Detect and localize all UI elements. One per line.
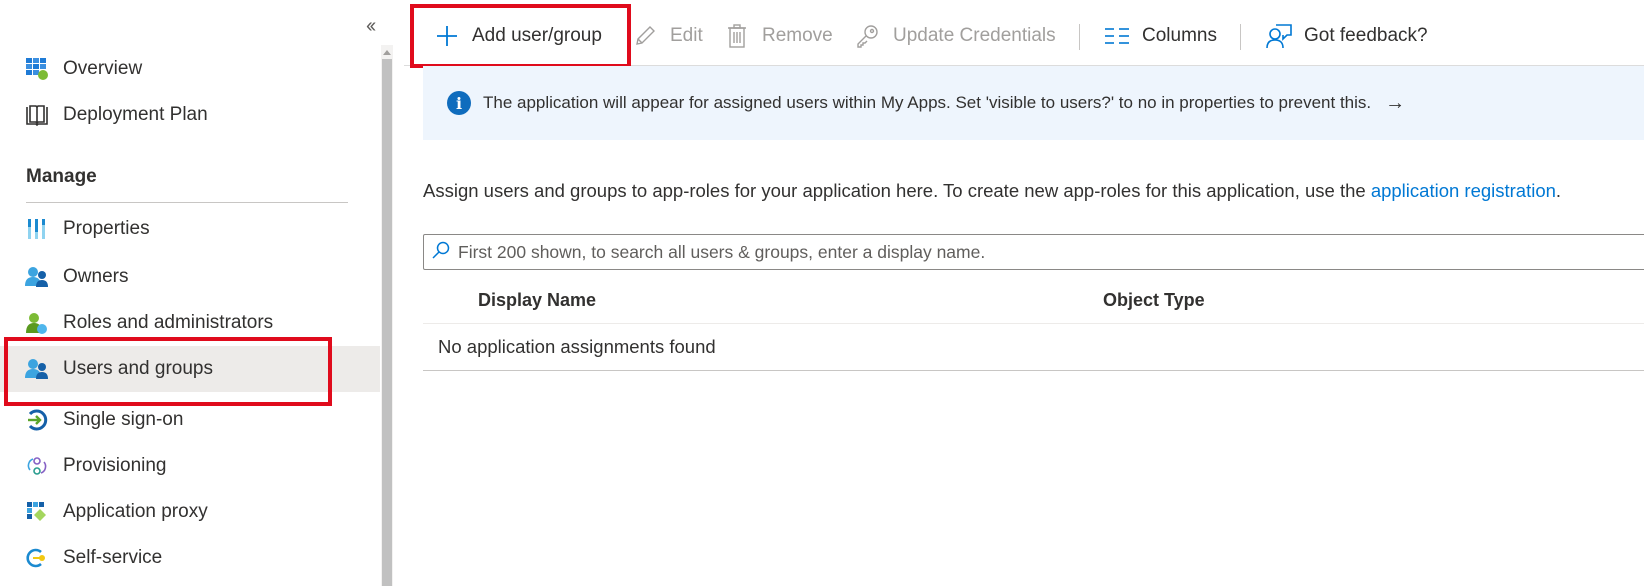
sidebar-item-label: Properties [63,218,150,239]
key-icon [25,546,49,570]
search-icon [432,241,450,264]
trash-icon [724,23,750,49]
description-body: Assign users and groups to app-roles for… [423,180,1371,201]
description-suffix: . [1555,180,1562,201]
sidebar-item-label: Roles and administrators [63,312,274,333]
toolbar-separator [1240,24,1241,50]
app-proxy-icon [25,500,49,524]
properties-icon [25,217,49,241]
provisioning-icon [25,454,49,478]
sidebar-item-provisioning[interactable]: Provisioning [0,443,380,489]
sidebar-scrollbar[interactable] [381,45,393,586]
info-icon: i [447,91,471,115]
double-chevron-left-icon: ‹‹ [366,15,376,37]
columns-button[interactable]: Columns [1104,18,1217,54]
section-header-manage: Manage [26,166,97,187]
roles-icon [25,311,49,335]
overview-grid-icon [25,57,49,81]
column-header-display-name[interactable]: Display Name [478,276,596,324]
sidebar-item-overview[interactable]: Overview [0,46,380,92]
feedback-icon [1266,23,1292,49]
got-feedback-button[interactable]: Got feedback? [1266,18,1428,54]
caret-up-icon [383,49,391,55]
arrow-right-icon[interactable]: → [1385,92,1405,115]
sidebar-item-deployment-plan[interactable]: Deployment Plan [0,92,380,138]
scroll-thumb[interactable] [382,59,392,586]
sign-on-arrow-icon [25,408,49,432]
sidebar-item-label: Application proxy [63,501,208,522]
assignments-table: Display Name Object Type No application … [423,276,1644,371]
sidebar-item-single-sign-on[interactable]: Single sign-on [0,397,380,443]
collapse-sidebar-button[interactable]: ‹‹ [366,15,376,37]
command-bar: Add user/group Edit Remove Update Creden… [404,0,1644,66]
table-header: Display Name Object Type [423,276,1644,324]
info-banner-text: The application will appear for assigned… [483,93,1372,112]
users-icon [25,357,49,381]
pencil-icon [632,23,658,49]
plus-icon [434,23,460,49]
description-text: Assign users and groups to app-roles for… [423,180,1561,202]
search-input[interactable] [458,241,1644,263]
got-feedback-label: Got feedback? [1304,25,1428,46]
key-outline-icon [855,23,881,49]
columns-icon [1104,23,1130,49]
sidebar-item-label: Deployment Plan [63,104,208,125]
remove-label: Remove [762,25,833,46]
sidebar-item-label: Owners [63,266,129,287]
sidebar-item-label: Overview [63,58,143,79]
book-icon [25,103,49,127]
sidebar-item-label: Single sign-on [63,409,184,430]
users-icon [25,265,49,289]
edit-button[interactable]: Edit [632,18,703,54]
application-registration-link[interactable]: application registration [1371,180,1556,201]
sidebar-item-roles-and-administrators[interactable]: Roles and administrators [0,300,380,346]
empty-state-message: No application assignments found [423,324,1644,371]
sidebar: ‹‹ Overview Deployment Plan Manage Prope… [0,0,382,586]
update-credentials-label: Update Credentials [893,25,1056,46]
section-divider [26,202,348,203]
sidebar-item-label: Users and groups [63,358,213,379]
edit-label: Edit [670,25,703,46]
scroll-up-button[interactable] [381,45,393,59]
sidebar-item-application-proxy[interactable]: Application proxy [0,489,380,535]
search-box[interactable] [423,234,1644,270]
info-banner: i The application will appear for assign… [423,66,1644,140]
add-user-group-label: Add user/group [472,25,602,46]
update-credentials-button[interactable]: Update Credentials [855,18,1056,54]
sidebar-item-self-service[interactable]: Self-service [0,535,380,581]
sidebar-item-properties[interactable]: Properties [0,206,380,252]
remove-button[interactable]: Remove [724,18,833,54]
sidebar-item-users-and-groups[interactable]: Users and groups [0,346,380,392]
columns-label: Columns [1142,25,1217,46]
toolbar-separator [1079,24,1080,50]
sidebar-item-label: Provisioning [63,455,167,476]
column-header-object-type[interactable]: Object Type [1103,276,1205,324]
sidebar-item-label: Self-service [63,547,163,568]
add-user-group-button[interactable]: Add user/group [434,18,602,54]
sidebar-item-owners[interactable]: Owners [0,254,380,300]
